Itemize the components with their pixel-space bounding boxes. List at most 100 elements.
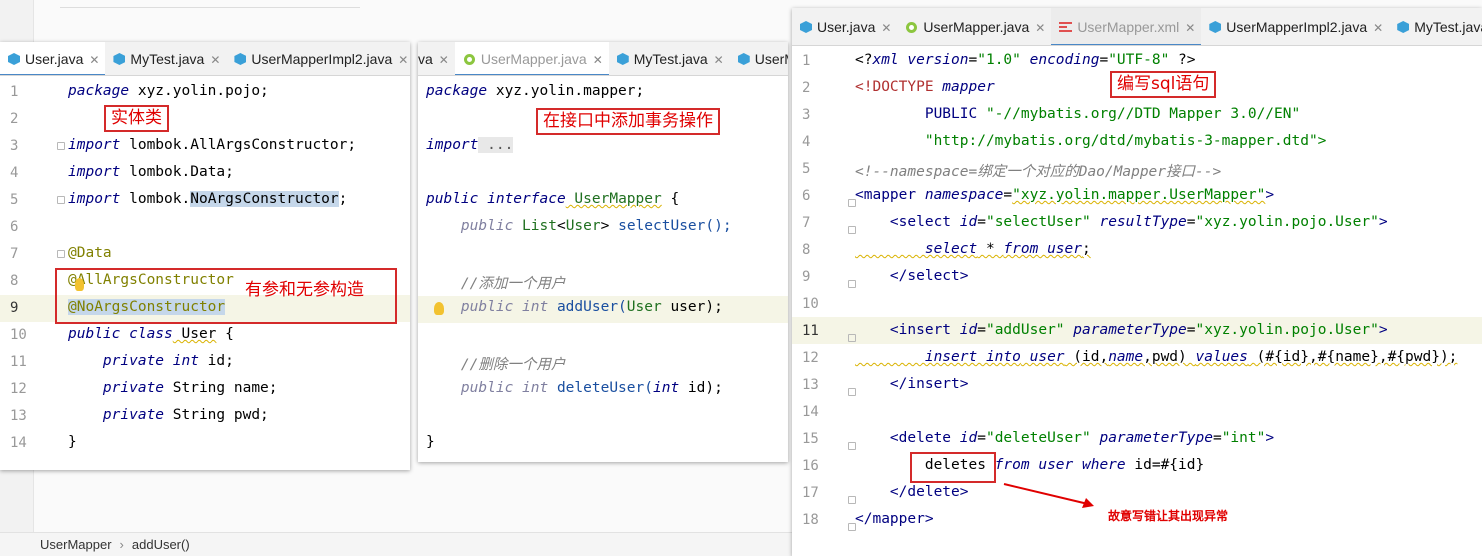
tab-usermapperimpl2-java[interactable]: UserMapperImpl2.java ✕ <box>226 42 410 75</box>
fold-icon[interactable] <box>57 250 65 258</box>
java-class-icon <box>8 53 20 65</box>
tab-label: User.java <box>25 51 84 67</box>
code-line: private String pwd; <box>68 407 269 423</box>
line-number: 8 <box>802 242 811 258</box>
code-line: import lombok.AllArgsConstructor; <box>68 137 357 153</box>
code-line: private String name; <box>68 380 278 396</box>
note-constructors: 有参和无参构造 <box>245 280 364 300</box>
line-number: 12 <box>802 350 819 366</box>
code-line: insert into user (id,name,pwd) values (#… <box>855 349 1458 365</box>
line-number: 8 <box>10 273 19 289</box>
close-icon[interactable]: ✕ <box>593 53 603 67</box>
code-line: <?xml version="1.0" encoding="UTF-8" ?> <box>855 52 1196 68</box>
note-write-sql: 编写sql语句 <box>1110 71 1217 98</box>
close-icon[interactable]: ✕ <box>89 53 99 67</box>
close-icon[interactable]: ✕ <box>1373 21 1383 35</box>
line-number: 12 <box>10 381 27 397</box>
tab-label: MyTest.java <box>1414 19 1482 35</box>
line-number: 13 <box>10 408 27 424</box>
tab-mytest-java[interactable]: MyTest.java ✕ <box>609 42 730 75</box>
editor-tabbar: va ✕ UserMapper.java ✕ MyTest.java ✕ UserM <box>418 42 788 76</box>
tab-label: User.java <box>817 19 876 35</box>
java-class-icon <box>1209 21 1222 33</box>
close-icon[interactable]: ✕ <box>881 21 891 35</box>
line-number: 11 <box>10 354 27 370</box>
code-comment: //删除一个用户 <box>426 357 566 373</box>
code-line: <!DOCTYPE mapper <box>855 79 995 95</box>
fold-icon[interactable] <box>57 196 65 204</box>
note-add-transaction: 在接口中添加事务操作 <box>536 108 720 135</box>
line-number: 9 <box>10 300 19 316</box>
breadcrumb-item-usermapper[interactable]: UserMapper <box>40 537 112 552</box>
code-line: public interface UserMapper { <box>426 191 680 207</box>
tab-user-java[interactable]: User.java ✕ <box>0 42 106 75</box>
note-intentional-error: 故意写错让其出现异常 <box>1108 509 1229 523</box>
code-line: public int addUser(User user); <box>426 299 723 315</box>
code-line: deletes from user where id=#{id} <box>855 457 1205 473</box>
line-number: 1 <box>802 53 811 69</box>
code-line: </mapper> <box>855 511 934 527</box>
tab-usermapper-java[interactable]: UserMapper.java ✕ <box>897 8 1051 45</box>
editor-panel-user-java: User.java ✕ MyTest.java ✕ UserMapperImpl2.ja… <box>0 42 410 470</box>
close-icon[interactable]: ✕ <box>714 53 724 67</box>
code-line: private int id; <box>68 353 234 369</box>
code-line: "http://mybatis.org/dtd/mybatis-3-mapper… <box>855 133 1327 149</box>
line-number: 4 <box>802 134 811 150</box>
interface-icon <box>463 54 475 65</box>
code-line: <insert id="addUser" parameterType="xyz.… <box>855 322 1388 338</box>
line-number: 4 <box>10 165 19 181</box>
line-number: 13 <box>802 377 819 393</box>
line-number: 16 <box>802 458 819 474</box>
code-line: PUBLIC "-//mybatis.org//DTD Mapper 3.0//… <box>855 106 1301 122</box>
code-comment: <!--namespace=绑定一个对应的Dao/Mapper接口--> <box>855 164 1222 180</box>
code-line: </delete> <box>855 484 969 500</box>
code-line: public List<User> selectUser(); <box>426 218 732 234</box>
code-line: package xyz.yolin.mapper; <box>426 83 645 99</box>
tab-usermapperimpl2-java[interactable]: UserMapperImpl2.java ✕ <box>1201 8 1389 45</box>
tab-partial[interactable]: va ✕ <box>418 42 455 75</box>
code-line: import lombok.NoArgsConstructor; <box>68 191 348 207</box>
ide-top-line <box>60 0 360 8</box>
java-class-icon <box>737 53 750 65</box>
tab-user-java[interactable]: User.java ✕ <box>792 8 897 45</box>
code-line: package xyz.yolin.pojo; <box>68 83 269 99</box>
line-number: 5 <box>10 192 19 208</box>
interface-icon <box>906 22 918 33</box>
code-line: <mapper namespace="xyz.yolin.mapper.User… <box>855 187 1275 203</box>
line-number: 10 <box>10 327 27 343</box>
xml-file-icon <box>1059 22 1073 32</box>
code-line: import ... <box>426 137 514 153</box>
close-icon[interactable]: ✕ <box>210 53 220 67</box>
line-number: 11 <box>802 323 819 339</box>
line-number: 15 <box>802 431 819 447</box>
code-line: <delete id="deleteUser" parameterType="i… <box>855 430 1275 446</box>
lightbulb-icon[interactable] <box>434 302 444 315</box>
tab-usermapper-java[interactable]: UserMapper.java ✕ <box>454 42 609 75</box>
line-number: 3 <box>10 138 19 154</box>
editor-panel-usermapper-xml: User.java ✕ UserMapper.java ✕ UserMapper.xml… <box>792 8 1482 556</box>
tab-usermapper-xml[interactable]: UserMapper.xml ✕ <box>1051 8 1202 45</box>
fold-icon[interactable] <box>57 142 65 150</box>
tab-label: UserMapperImpl2.java <box>251 51 393 67</box>
close-icon[interactable]: ✕ <box>439 53 449 67</box>
tab-mytest-java[interactable]: MyTest.java ✕ <box>105 42 226 75</box>
close-icon[interactable]: ✕ <box>398 53 408 67</box>
line-number: 2 <box>802 80 811 96</box>
arrow-icon <box>1003 483 1094 508</box>
code-line: <select id="selectUser" resultType="xyz.… <box>855 214 1388 230</box>
line-number: 10 <box>802 296 819 312</box>
editor-panel-usermapper-java: va ✕ UserMapper.java ✕ MyTest.java ✕ UserM pac… <box>418 42 788 462</box>
line-number: 7 <box>10 246 19 262</box>
close-icon[interactable]: ✕ <box>1185 21 1195 35</box>
code-line: </insert> <box>855 376 969 392</box>
java-class-icon <box>1397 21 1410 33</box>
breadcrumb-item-adduser[interactable]: addUser() <box>132 537 190 552</box>
line-number: 1 <box>10 84 19 100</box>
close-icon[interactable]: ✕ <box>1035 21 1045 35</box>
code-line: select * from user; <box>855 241 1091 257</box>
tab-label: UserM <box>754 51 788 67</box>
tab-label: UserMapper.xml <box>1077 19 1180 35</box>
tab-mytest-java[interactable]: MyTest.java <box>1389 8 1482 45</box>
tab-usermapper-partial[interactable]: UserM <box>730 42 788 75</box>
code-line: } <box>426 434 435 450</box>
